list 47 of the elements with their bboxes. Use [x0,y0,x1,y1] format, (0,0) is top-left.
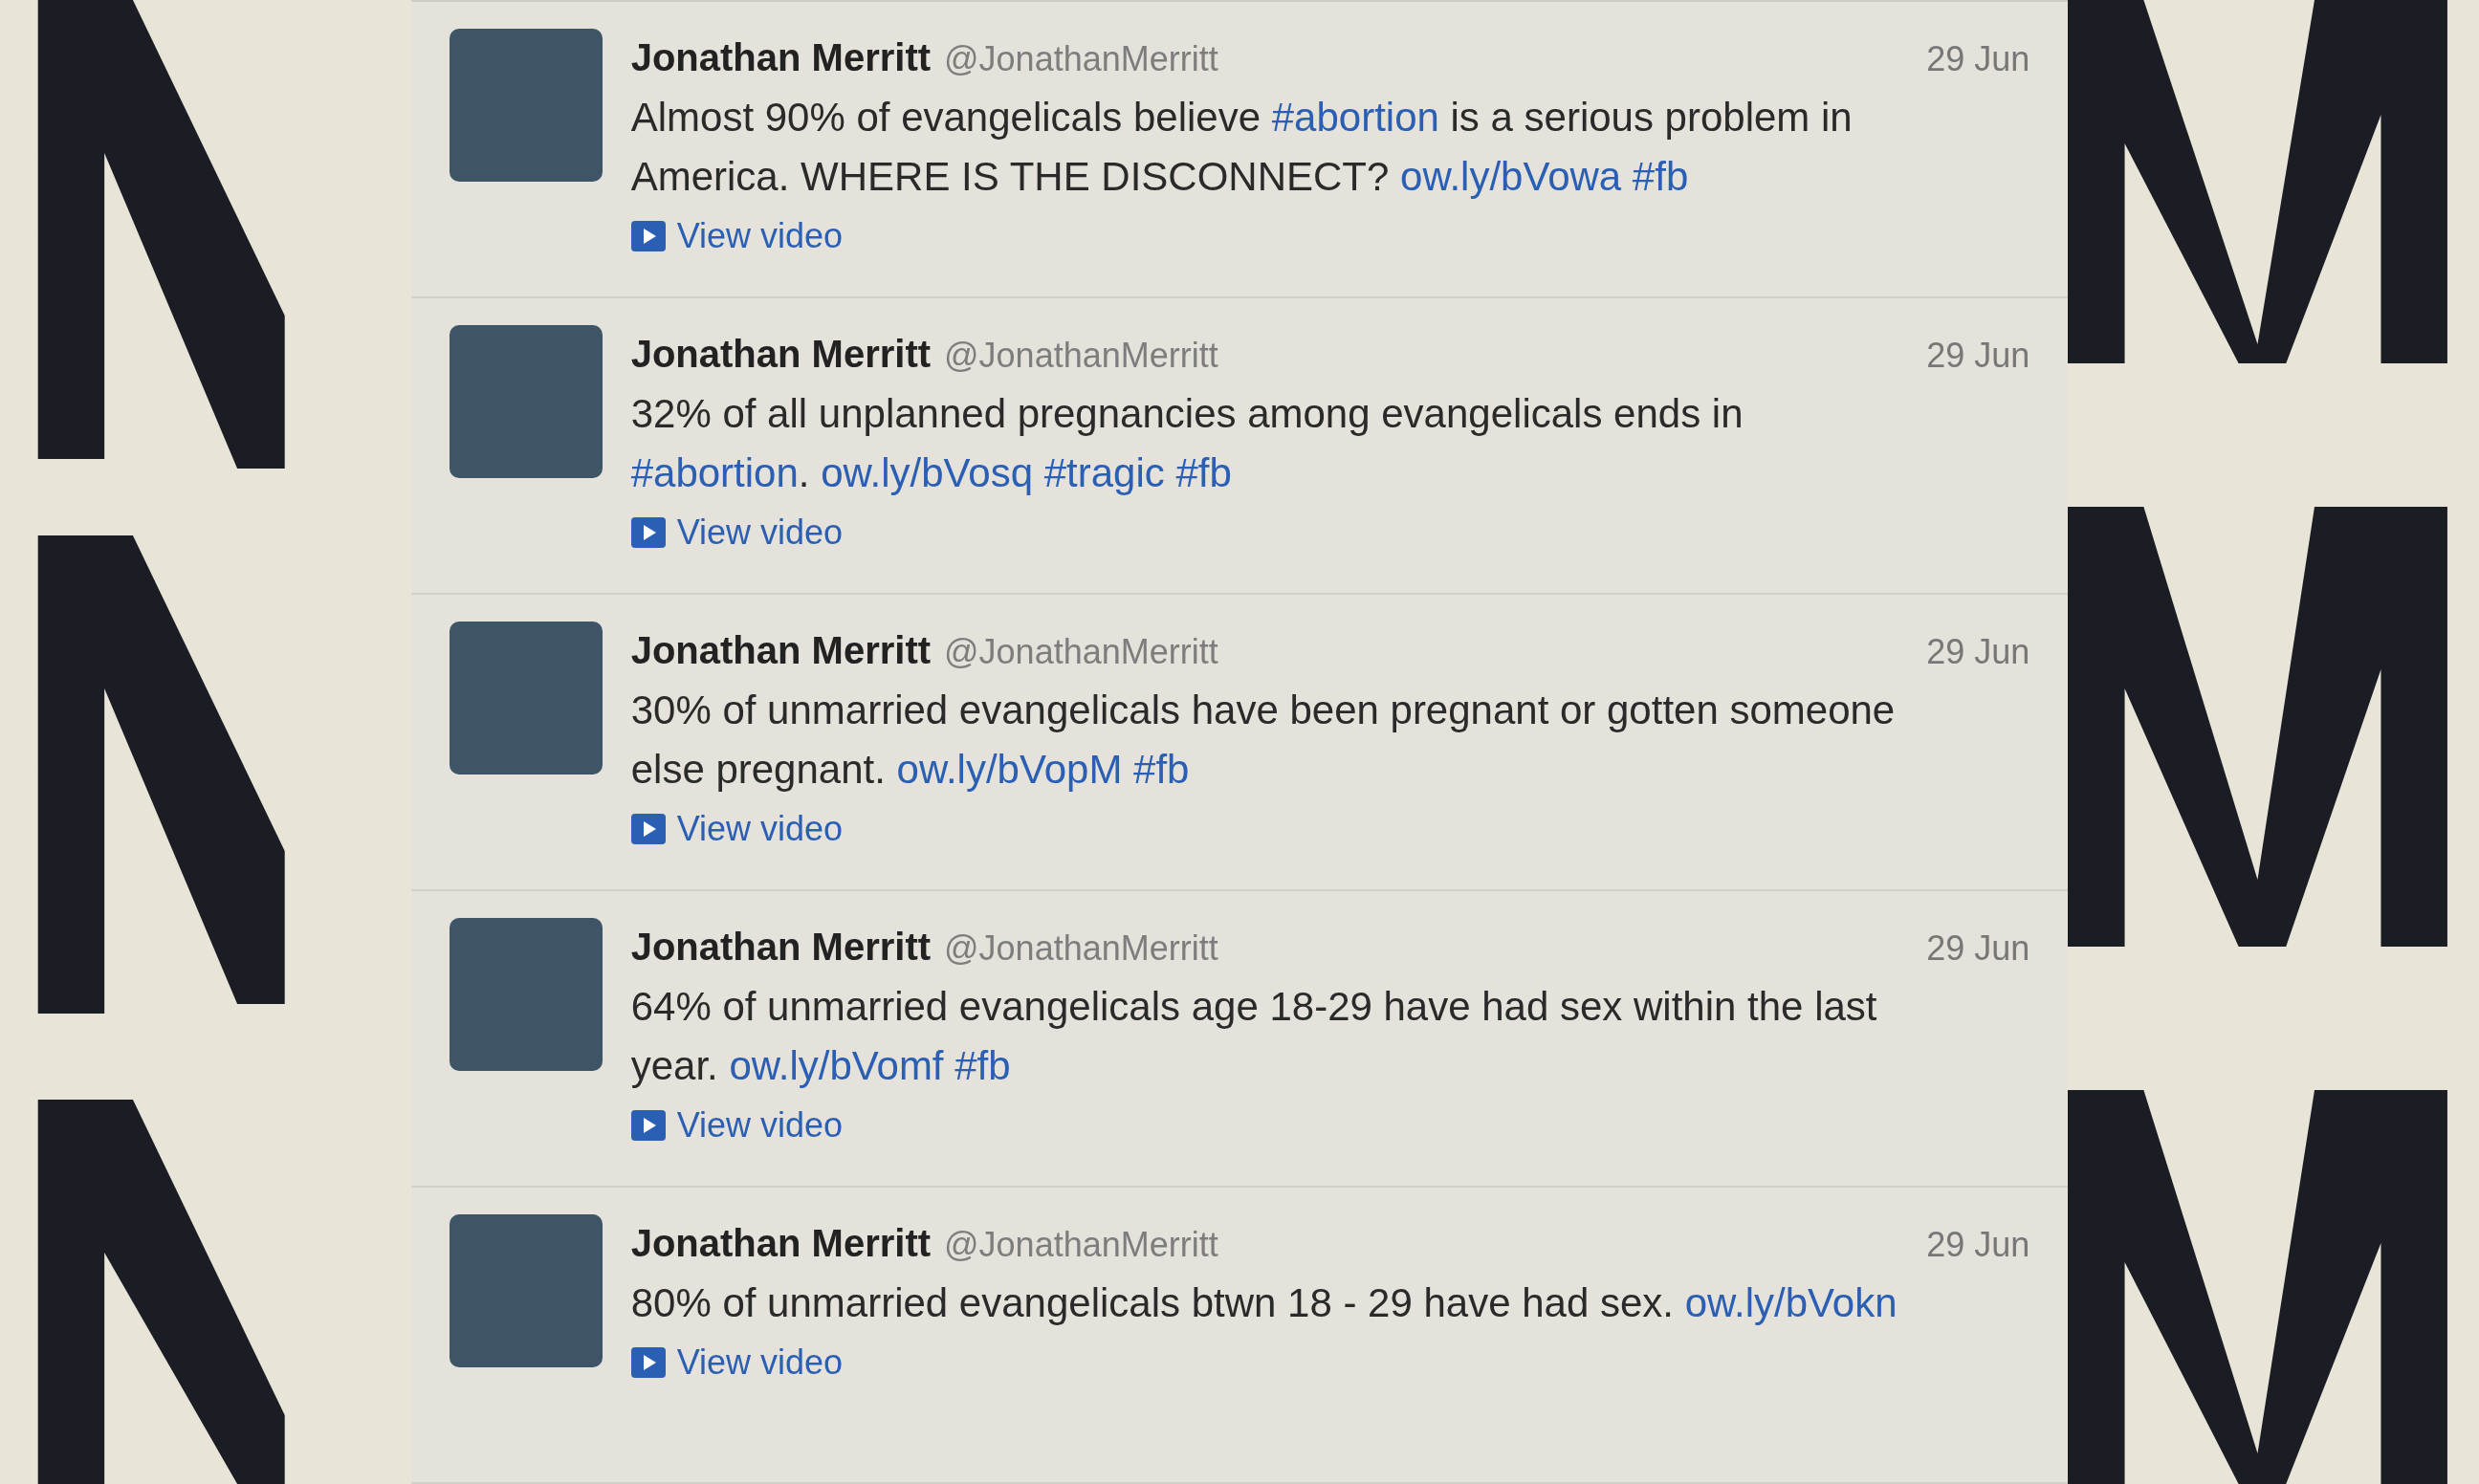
tweet-text: 30% of unmarried evangelicals have been pregnant or gotten someone else pregnant. ow.ly/bVopM #fb [630,687,1897,794]
tweet-text: 32% of all unplanned pregnancies among evangelicals ends in #abortion. ow.ly/bVosq #tragic #fb [630,390,1744,497]
avatar-placeholder[interactable] [449,918,603,1071]
tweet-text: Almost 90% of evangelicals believe #abortion is a serious problem in America. WHERE IS THE DISCONNECT? ow.ly/bVowa #fb [630,94,1854,201]
user-name[interactable]: Jonathan Merritt [630,29,932,86]
user-name[interactable]: Jonathan Merritt [630,622,932,679]
user-name[interactable]: Jonathan Merritt [630,918,932,975]
tweet-date[interactable]: 29 Jun [1926,1219,2030,1271]
user-handle[interactable]: @JonathanMerritt [944,330,1218,382]
play-icon [630,221,666,251]
tweet-date[interactable]: 29 Jun [1926,923,2030,974]
view-video-button[interactable]: View video [630,1337,844,1388]
tweet-link[interactable]: ow.ly/bVopM [896,747,1123,792]
user-handle[interactable]: @JonathanMerritt [944,923,1218,974]
user-name[interactable]: Jonathan Merritt [630,325,932,382]
tweet-link[interactable]: ow.ly/bVosq [821,450,1033,495]
user-name[interactable]: Jonathan Merritt [630,1214,932,1272]
tweet-date[interactable]: 29 Jun [1926,626,2030,678]
play-icon [630,814,666,844]
tweet-link[interactable]: #abortion [630,450,799,495]
user-handle[interactable]: @JonathanMerritt [944,1219,1218,1271]
tweet-link[interactable]: #tragic [1043,450,1165,495]
avatar-placeholder[interactable] [449,29,603,182]
tweet-date[interactable]: 29 Jun [1926,33,2030,85]
tweet-link[interactable]: #fb [1133,747,1190,792]
view-video-button[interactable]: View video [630,507,844,558]
avatar-placeholder[interactable] [449,325,603,478]
play-icon [630,1110,666,1141]
user-handle[interactable]: @JonathanMerritt [944,33,1218,85]
tweet-link[interactable]: #fb [954,1043,1011,1088]
tweet-link[interactable]: #fb [1175,450,1232,495]
tweet-text: 80% of unmarried evangelicals btwn 18 - 29 have had sex. ow.ly/bVokn [630,1279,1898,1327]
play-icon [630,1347,666,1378]
tweet-link[interactable]: #fb [1632,154,1689,199]
tweet-link[interactable]: ow.ly/bVowa [1400,154,1622,199]
tweet-link[interactable]: ow.ly/bVomf [729,1043,944,1088]
tweet-date[interactable]: 29 Jun [1926,330,2030,382]
avatar-placeholder[interactable] [449,622,603,775]
play-icon [630,517,666,548]
view-video-button[interactable]: View video [630,210,844,262]
tweet-text: 64% of unmarried evangelicals age 18-29 have had sex within the last year. ow.ly/bVomf #fb [630,983,1878,1090]
view-video-button[interactable]: View video [630,803,844,855]
avatar-placeholder[interactable] [449,1214,603,1367]
tweet-link[interactable]: ow.ly/bVokn [1684,1280,1898,1325]
view-video-button[interactable]: View video [630,1100,844,1151]
tweet-link[interactable]: #abortion [1271,95,1439,140]
user-handle[interactable]: @JonathanMerritt [944,626,1218,678]
